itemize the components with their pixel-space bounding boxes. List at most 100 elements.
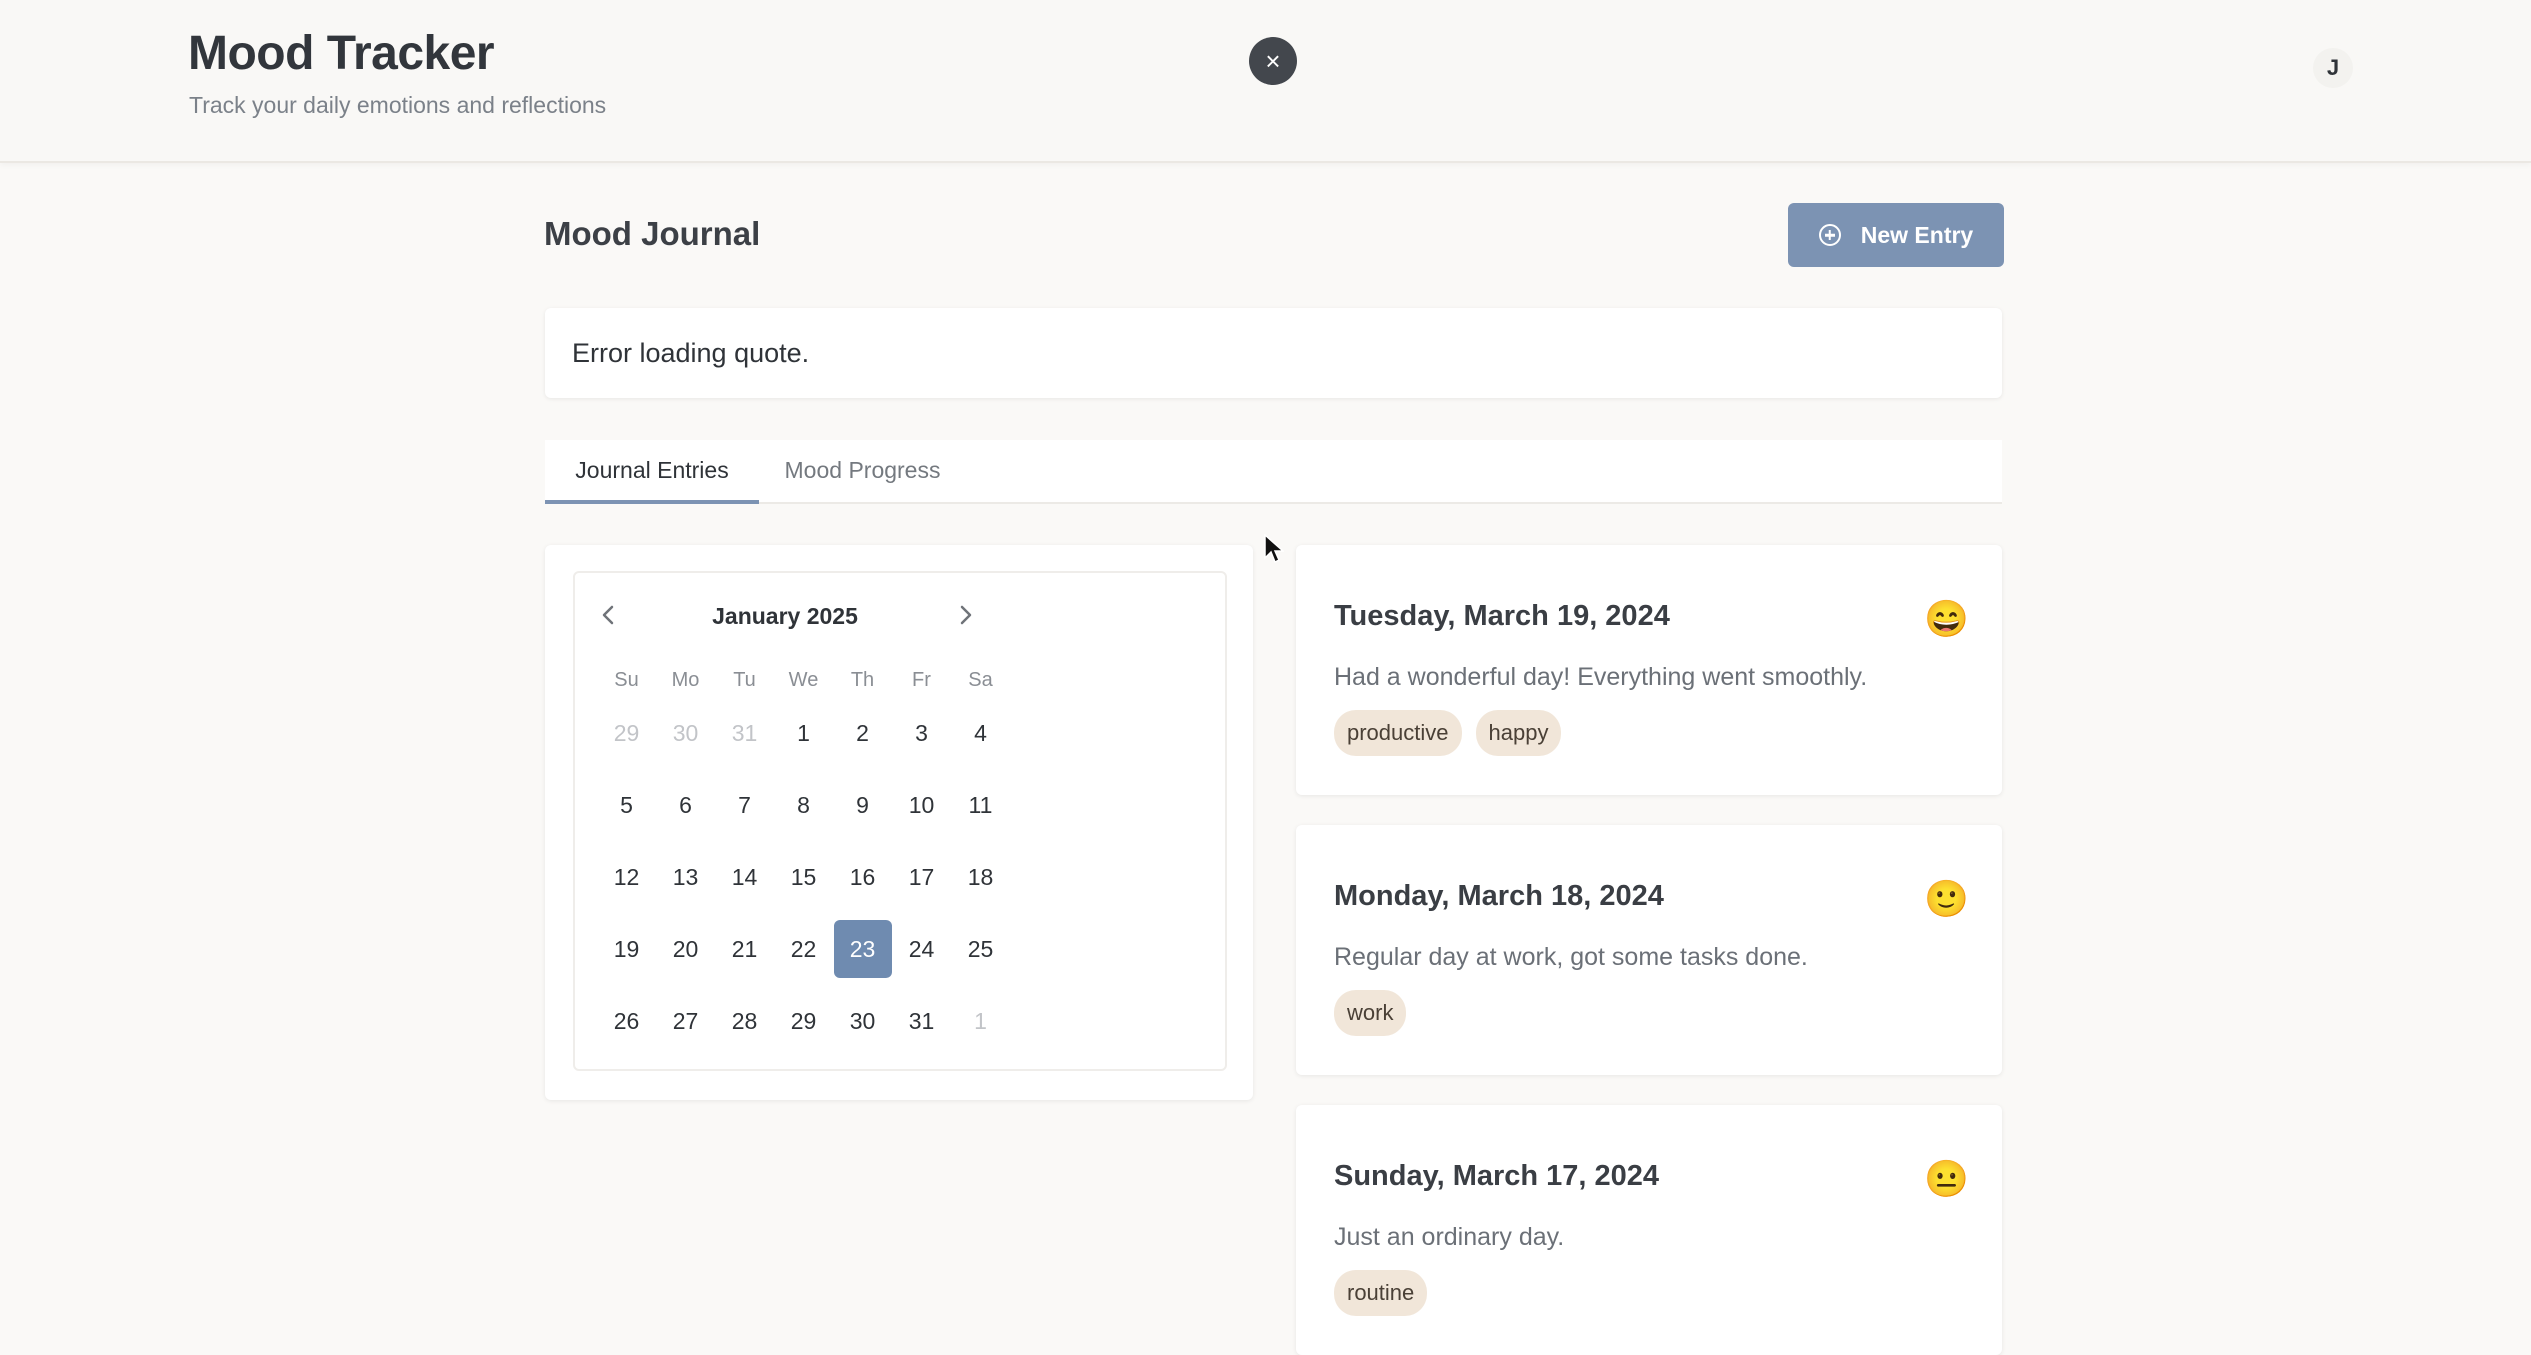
calendar-day[interactable]: 31 [715, 697, 774, 769]
calendar-day-number: 15 [790, 863, 817, 890]
tag-chip[interactable]: productive [1334, 710, 1462, 756]
calendar-day[interactable]: 2 [833, 697, 892, 769]
chevron-right-icon [960, 605, 972, 625]
quote-card: Error loading quote. [545, 308, 2002, 398]
mood-emoji-icon: 😄 [1924, 598, 1969, 639]
page-title: Mood Journal [544, 215, 761, 252]
new-entry-button[interactable]: New Entry [1788, 203, 2004, 267]
weekday-header: We [788, 668, 819, 691]
calendar-day-number: 18 [967, 863, 994, 890]
calendar-day[interactable]: 9 [833, 769, 892, 841]
calendar-day[interactable]: 10 [892, 769, 951, 841]
calendar-day-number: 27 [672, 1007, 699, 1034]
calendar-day[interactable]: 3 [892, 697, 951, 769]
calendar-day[interactable]: 29 [597, 697, 656, 769]
journal-entry-card[interactable]: Sunday, March 17, 2024 😐 Just an ordinary … [1296, 1105, 2002, 1355]
calendar-day[interactable]: 22 [774, 913, 833, 985]
calendar-day[interactable]: 5 [597, 769, 656, 841]
calendar-day[interactable]: 1 [774, 697, 833, 769]
calendar-day[interactable]: 27 [656, 985, 715, 1057]
calendar-day[interactable]: 12 [597, 841, 656, 913]
calendar-day[interactable]: 6 [656, 769, 715, 841]
calendar-day-number: 11 [968, 791, 993, 818]
calendar-day[interactable]: 30 [833, 985, 892, 1057]
calendar-day[interactable]: 18 [951, 841, 1010, 913]
calendar-day[interactable]: 20 [656, 913, 715, 985]
calendar-day-number: 9 [856, 791, 869, 818]
calendar-day[interactable]: 14 [715, 841, 774, 913]
plus-circle-icon [1818, 224, 1841, 246]
calendar-day[interactable]: 25 [951, 913, 1010, 985]
calendar-day-number: 17 [908, 863, 935, 890]
calendar-day-number: 29 [613, 719, 640, 746]
calendar-day-number: 16 [849, 863, 876, 890]
quote-text: Error loading quote. [572, 337, 810, 368]
new-entry-label: New Entry [1860, 221, 1974, 248]
calendar-day-selected[interactable]: 23 [833, 913, 892, 985]
calendar-day-number: 22 [790, 935, 817, 962]
previous-month-button[interactable] [589, 595, 629, 635]
calendar-day[interactable]: 26 [597, 985, 656, 1057]
calendar-day-number: 3 [915, 719, 928, 746]
close-icon: × [1265, 46, 1281, 76]
entry-tags: productive happy [1334, 710, 1562, 756]
calendar-day[interactable]: 11 [951, 769, 1010, 841]
calendar-day-number: 29 [790, 1007, 817, 1034]
calendar-day[interactable]: 17 [892, 841, 951, 913]
tag-chip[interactable]: happy [1475, 710, 1562, 756]
calendar-day-number: 31 [908, 1007, 935, 1034]
tabs-bar: Journal Entries Mood Progress [545, 440, 2002, 504]
close-button[interactable]: × [1249, 37, 1297, 85]
entry-text: Had a wonderful day! Everything went smo… [1334, 663, 1868, 691]
calendar-day-number: 19 [613, 935, 640, 962]
calendar-day[interactable]: 16 [833, 841, 892, 913]
calendar-grid: Su Mo Tu We Th Fr Sa 29 30 31 1 2 3 4 5 6 7 8 9 10 11 12 13 14 1… [597, 663, 1010, 1057]
entry-tags: routine [1334, 1270, 1428, 1316]
calendar-day[interactable]: 4 [951, 697, 1010, 769]
calendar-day-number: 30 [672, 719, 699, 746]
tab-journal-entries[interactable]: Journal Entries [545, 440, 759, 504]
calendar-card: January 2025 Su Mo Tu We Th Fr Sa 29 30 31 1 2 3 4 5 6 7… [545, 545, 1253, 1100]
calendar-day[interactable]: 7 [715, 769, 774, 841]
calendar-day-number: 23 [833, 920, 892, 978]
calendar-day-number: 13 [672, 863, 699, 890]
calendar-day[interactable]: 24 [892, 913, 951, 985]
calendar-day-number: 25 [967, 935, 994, 962]
entry-date: Sunday, March 17, 2024 [1334, 1160, 1660, 1192]
mouse-cursor-icon [1264, 534, 1284, 564]
calendar-day-number: 12 [613, 863, 640, 890]
calendar-day[interactable]: 8 [774, 769, 833, 841]
tab-mood-progress[interactable]: Mood Progress [759, 440, 966, 500]
calendar-day-number: 10 [908, 791, 935, 818]
calendar-day[interactable]: 1 [951, 985, 1010, 1057]
entry-date: Tuesday, March 19, 2024 [1334, 600, 1670, 632]
journal-entry-card[interactable]: Monday, March 18, 2024 🙂 Regular day at wo… [1296, 825, 2002, 1075]
tag-chip[interactable]: routine [1334, 1270, 1428, 1316]
calendar-day[interactable]: 30 [656, 697, 715, 769]
entry-text: Regular day at work, got some tasks done… [1334, 943, 1808, 971]
weekday-header: Su [614, 668, 639, 691]
avatar-initial: J [2326, 55, 2340, 80]
avatar[interactable]: J [2313, 48, 2353, 88]
calendar-day[interactable]: 31 [892, 985, 951, 1057]
weekday-header: Mo [671, 668, 700, 691]
next-month-button[interactable] [945, 595, 985, 635]
calendar-day-number: 24 [908, 935, 935, 962]
entry-tags: work [1334, 990, 1407, 1036]
calendar-day[interactable]: 29 [774, 985, 833, 1057]
chevron-left-icon [602, 605, 614, 625]
mood-emoji-icon: 🙂 [1924, 878, 1969, 919]
tab-label: Mood Progress [784, 456, 941, 483]
entry-text: Just an ordinary day. [1334, 1223, 1565, 1251]
weekday-header: Th [850, 668, 875, 691]
calendar-day[interactable]: 28 [715, 985, 774, 1057]
calendar-day[interactable]: 15 [774, 841, 833, 913]
calendar-day[interactable]: 19 [597, 913, 656, 985]
tag-chip[interactable]: work [1334, 990, 1407, 1036]
calendar-day-number: 1 [974, 1007, 987, 1034]
calendar-day[interactable]: 13 [656, 841, 715, 913]
app-subtitle: Track your daily emotions and reflection… [189, 92, 607, 118]
calendar-day-number: 5 [620, 791, 633, 818]
journal-entry-card[interactable]: Tuesday, March 19, 2024 😄 Had a wonderful … [1296, 545, 2002, 795]
calendar-day[interactable]: 21 [715, 913, 774, 985]
